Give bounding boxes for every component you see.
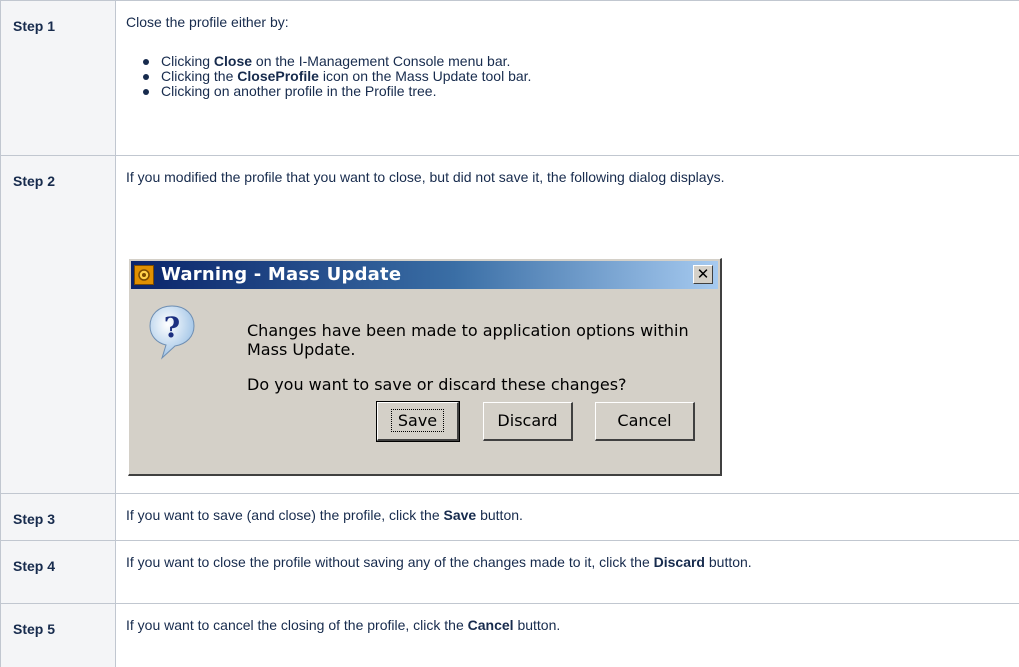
step-content: If you want to save (and close) the prof… xyxy=(115,493,1019,541)
discard-button[interactable]: Discard xyxy=(483,402,573,441)
svg-text:?: ? xyxy=(164,311,180,344)
step-label: Step 2 xyxy=(0,155,116,494)
cancel-button[interactable]: Cancel xyxy=(595,402,695,441)
question-balloon-icon: ? xyxy=(149,305,195,360)
step-label: Step 3 xyxy=(0,493,116,541)
step-text: If you want to close the profile without… xyxy=(126,554,752,570)
list-item: Clicking on another profile in the Profi… xyxy=(143,84,1019,99)
list-item: Clicking the CloseProfile icon on the Ma… xyxy=(143,69,1019,84)
step-row: Step 3 If you want to save (and close) t… xyxy=(0,493,1019,541)
dialog-titlebar: Warning - Mass Update ✕ xyxy=(131,261,718,289)
step-content: If you want to close the profile without… xyxy=(115,540,1019,604)
step-content: Close the profile either by: Clicking Cl… xyxy=(115,0,1019,156)
step-row: Step 5 If you want to cancel the closing… xyxy=(0,603,1019,667)
list-item: Clicking Close on the I-Management Conso… xyxy=(143,54,1019,69)
close-button[interactable]: ✕ xyxy=(693,265,713,284)
dialog-message: Changes have been made to application op… xyxy=(247,321,689,359)
step-label: Step 4 xyxy=(0,540,116,604)
step-text: If you want to save (and close) the prof… xyxy=(126,507,523,523)
step-content: If you want to cancel the closing of the… xyxy=(115,603,1019,667)
step-text: If you modified the profile that you wan… xyxy=(126,169,725,185)
step-label: Step 5 xyxy=(0,603,116,667)
step-label: Step 1 xyxy=(0,0,116,156)
step-row: Step 4 If you want to close the profile … xyxy=(0,540,1019,604)
step-row: Step 1 Close the profile either by: Clic… xyxy=(0,0,1019,156)
step-bullet-list: Clicking Close on the I-Management Conso… xyxy=(126,54,1019,99)
app-gear-icon xyxy=(134,265,154,285)
warning-dialog-screenshot: Warning - Mass Update ✕ ? Changes have b… xyxy=(128,258,722,476)
dialog-title: Warning - Mass Update xyxy=(161,264,402,285)
step-text: If you want to cancel the closing of the… xyxy=(126,617,561,633)
step-intro: Close the profile either by: xyxy=(126,14,289,30)
dialog-question: Do you want to save or discard these cha… xyxy=(247,375,627,394)
save-button[interactable]: Save xyxy=(376,401,460,442)
